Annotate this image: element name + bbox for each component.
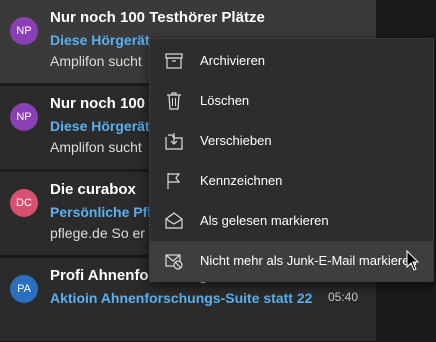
menu-item-move[interactable]: Verschieben bbox=[150, 121, 433, 161]
context-menu: Archivieren Löschen Verschieben Kennzeic… bbox=[149, 38, 434, 282]
envelope-open-icon bbox=[165, 212, 183, 229]
menu-item-label: Löschen bbox=[200, 93, 250, 108]
avatar: PA bbox=[10, 275, 38, 303]
message-preview: Amplifon sucht bbox=[50, 53, 142, 69]
message-sender: Nur noch 100 T bbox=[50, 95, 159, 112]
message-time: 05:40 bbox=[327, 290, 358, 304]
menu-item-flag[interactable]: Kennzeichnen bbox=[150, 161, 433, 201]
message-preview: pflege.de So er bbox=[50, 225, 145, 241]
trash-icon bbox=[167, 92, 181, 110]
not-junk-icon bbox=[165, 254, 183, 270]
menu-item-label: Nicht mehr als Junk-E-Mail markieren bbox=[200, 253, 417, 268]
menu-item-label: Als gelesen markieren bbox=[200, 213, 329, 228]
menu-item-mark-read[interactable]: Als gelesen markieren bbox=[150, 201, 433, 241]
archive-icon bbox=[165, 53, 183, 69]
move-icon bbox=[165, 133, 183, 150]
flag-icon bbox=[167, 173, 181, 189]
message-sender: Die curabox bbox=[50, 181, 136, 198]
message-subject: Aktioin Ahnenforschungs-Suite statt 22 bbox=[50, 290, 313, 306]
mouse-cursor-icon bbox=[406, 250, 420, 271]
avatar: NP bbox=[10, 17, 38, 45]
menu-item-label: Kennzeichnen bbox=[200, 173, 283, 188]
menu-item-label: Archivieren bbox=[200, 53, 266, 68]
message-subject: Diese Hörgerät bbox=[50, 32, 150, 48]
message-sender: Nur noch 100 Testhörer Plätze bbox=[50, 9, 265, 26]
avatar: NP bbox=[10, 103, 38, 131]
message-subject: Persönliche Pfl bbox=[50, 204, 152, 220]
menu-item-archive[interactable]: Archivieren bbox=[150, 41, 433, 81]
menu-item-delete[interactable]: Löschen bbox=[150, 81, 433, 121]
message-subject: Diese Hörgerät bbox=[50, 118, 150, 134]
avatar: DC bbox=[10, 189, 38, 217]
menu-item-label: Verschieben bbox=[200, 133, 272, 148]
menu-item-not-junk[interactable]: Nicht mehr als Junk-E-Mail markieren bbox=[150, 241, 433, 281]
message-preview: Amplifon sucht bbox=[50, 139, 142, 155]
